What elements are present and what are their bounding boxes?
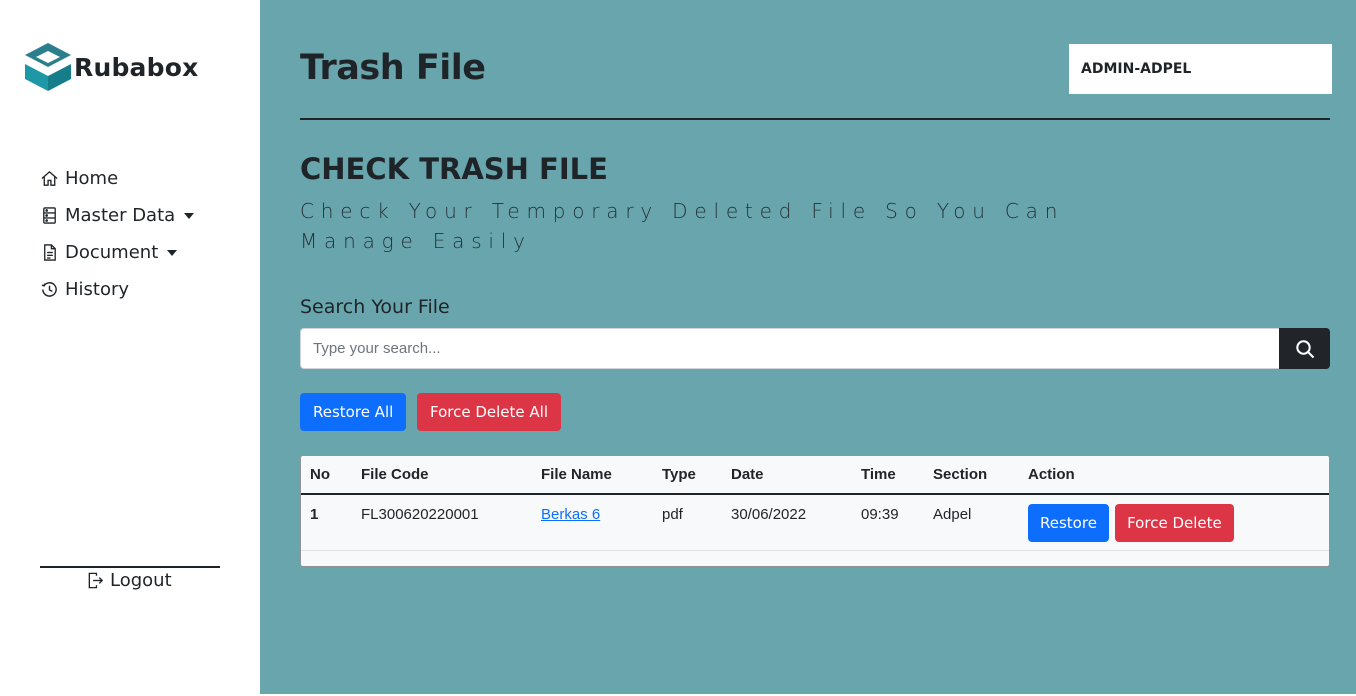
table-header-row: No File Code File Name Type Date Time Se…	[301, 456, 1329, 495]
column-header: File Code	[352, 456, 532, 495]
sidebar-item-label: Document	[65, 242, 159, 263]
cell-file-name: Berkas 6	[532, 494, 653, 551]
column-header: Section	[924, 456, 1019, 495]
restore-button[interactable]: Restore	[1028, 504, 1109, 542]
logo-icon	[25, 43, 71, 91]
trash-table: No File Code File Name Type Date Time Se…	[301, 456, 1329, 551]
file-name-link[interactable]: Berkas 6	[541, 506, 600, 523]
column-header: Date	[722, 456, 852, 495]
logout-icon	[88, 572, 104, 589]
force-delete-all-button[interactable]: Force Delete All	[417, 393, 562, 431]
column-header: No	[301, 456, 352, 495]
search-button[interactable]	[1279, 328, 1330, 369]
force-delete-button[interactable]: Force Delete	[1115, 504, 1234, 542]
sidebar-item-master-data[interactable]: Master Data	[40, 197, 195, 234]
sidebar-nav: Home Master Data Document History	[40, 160, 195, 308]
main-content: Trash File ADMIN-ADPEL CHECK TRASH FILE …	[260, 0, 1356, 694]
search-bar	[300, 328, 1330, 369]
sidebar-item-label: Home	[65, 168, 119, 189]
chevron-down-icon	[184, 213, 195, 219]
sidebar-item-home[interactable]: Home	[40, 160, 194, 197]
cell-file-code: FL300620220001	[352, 494, 532, 551]
sidebar: Rubabox Home Master Data Document Histor…	[0, 0, 260, 696]
column-header: Type	[653, 456, 722, 495]
sidebar-item-history[interactable]: History	[40, 271, 194, 308]
title-divider	[300, 118, 1330, 120]
cell-action: Restore Force Delete	[1019, 494, 1329, 551]
cell-date: 30/06/2022	[722, 494, 852, 551]
home-icon	[41, 170, 58, 186]
column-header: File Name	[532, 456, 653, 495]
logout-button[interactable]: Logout	[86, 570, 172, 591]
user-badge[interactable]: ADMIN-ADPEL	[1069, 44, 1332, 94]
cell-time: 09:39	[852, 494, 924, 551]
cell-type: pdf	[653, 494, 722, 551]
sidebar-item-label: Master Data	[65, 205, 176, 226]
search-label: Search Your File	[300, 296, 450, 318]
chevron-down-icon	[167, 250, 178, 256]
trash-table-card: No File Code File Name Type Date Time Se…	[300, 455, 1330, 567]
database-icon	[43, 207, 56, 224]
sidebar-divider	[40, 566, 220, 568]
table-row: 1 FL300620220001 Berkas 6 pdf 30/06/2022…	[301, 494, 1329, 551]
cell-section: Adpel	[924, 494, 1019, 551]
sidebar-item-document[interactable]: Document	[40, 234, 194, 271]
history-icon	[41, 282, 57, 297]
section-subtitle: Check Your Temporary Deleted File So You…	[300, 199, 1065, 253]
column-header: Action	[1019, 456, 1329, 495]
logout-label: Logout	[110, 570, 172, 591]
document-icon	[44, 244, 56, 261]
search-input[interactable]	[300, 328, 1279, 369]
section-title: CHECK TRASH FILE	[300, 152, 608, 186]
restore-all-button[interactable]: Restore All	[300, 393, 407, 431]
cell-no: 1	[301, 494, 352, 551]
brand[interactable]: Rubabox	[24, 42, 198, 92]
column-header: Time	[852, 456, 924, 495]
brand-name: Rubabox	[74, 52, 199, 82]
sidebar-item-label: History	[65, 279, 130, 300]
search-icon	[1295, 339, 1314, 358]
page-title: Trash File	[300, 48, 486, 88]
